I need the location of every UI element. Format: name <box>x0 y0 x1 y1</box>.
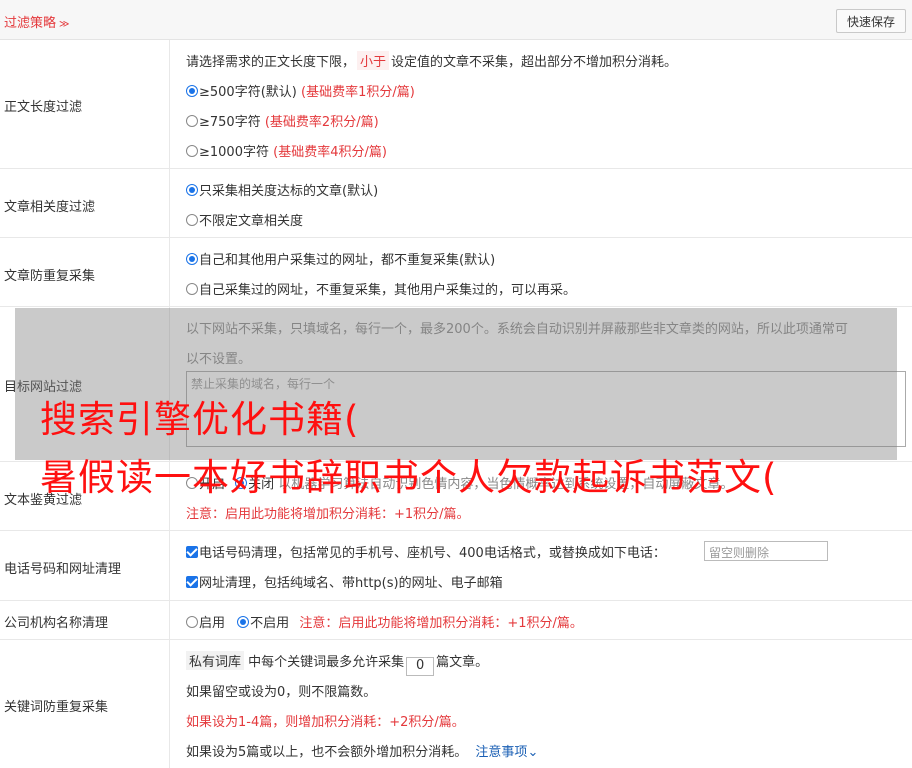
row-dedup: 文章防重复采集 自己和其他用户采集过的网址，都不重复采集(默认) 自己采集过的网… <box>0 238 912 307</box>
quick-save-button[interactable]: 快速保存 <box>836 9 906 33</box>
checkbox-checked-icon[interactable] <box>186 576 198 588</box>
radio-icon[interactable] <box>186 214 198 226</box>
dedup-label: 文章防重复采集 <box>4 269 96 284</box>
less-than-tag: 小于 <box>357 51 390 70</box>
dedup-option-2[interactable]: 自己采集过的网址，不重复采集，其他用户采集过的，可以再采。 <box>186 279 576 298</box>
filter-strategy-title[interactable]: 过滤策略 ≫ <box>4 12 69 31</box>
watermark-line-2: 暑假读一本好书辞职书个人欠款起诉书范文( <box>40 456 778 499</box>
length-option-500[interactable]: ≥500字符(默认) (基础费率1积分/篇) <box>186 81 415 100</box>
phone-clean-option[interactable]: 电话号码清理，包括常见的手机号、座机号、400电话格式，或替换成如下电话： <box>186 542 666 561</box>
relevance-option-2[interactable]: 不限定文章相关度 <box>186 210 303 229</box>
row-length-filter: 正文长度过滤 请选择需求的正文长度下限， 小于 设定值的文章不采集，超出部分不增加积… <box>0 40 912 169</box>
radio-selected-icon[interactable] <box>186 253 198 265</box>
row-phone-url: 电话号码和网址清理 电话号码清理，包括常见的手机号、座机号、400电话格式，或替… <box>0 531 912 601</box>
keyword-note-3: 如果设为5篇或以上，也不会额外增加积分消耗。 注意事项⌄ <box>186 745 539 760</box>
porn-cost-note: 注意：启用此功能将增加积分消耗：+1积分/篇。 <box>186 507 470 522</box>
org-option-on[interactable]: 启用 <box>186 616 225 631</box>
double-chevron-icon: ≫ <box>59 19 70 30</box>
relevance-filter-label: 文章相关度过滤 <box>4 200 96 215</box>
keyword-note-1: 如果留空或设为0，则不限篇数。 <box>186 685 377 700</box>
row-keyword-dedup: 关键词防重复采集 私有词库 中每个关键词最多允许采集 0 篇文章。 如果留空或设为0… <box>0 640 912 768</box>
length-desc: 请选择需求的正文长度下限， 小于 设定值的文章不采集，超出部分不增加积分消耗。 <box>186 51 677 70</box>
filter-header: 过滤策略 ≫ 快速保存 <box>0 0 912 40</box>
length-option-1000[interactable]: ≥1000字符 (基础费率4积分/篇) <box>186 141 387 160</box>
watermark-line-1: 搜索引擎优化书籍( <box>40 398 360 441</box>
radio-selected-icon[interactable] <box>237 616 250 628</box>
length-filter-label: 正文长度过滤 <box>4 100 83 115</box>
org-cost-note: 注意：启用此功能将增加积分消耗：+1积分/篇。 <box>299 616 583 631</box>
radio-icon[interactable] <box>186 145 198 157</box>
keyword-limit-input[interactable]: 0 <box>406 657 435 676</box>
keyword-dedup-label: 关键词防重复采集 <box>4 700 109 715</box>
length-option-750[interactable]: ≥750字符 (基础费率2积分/篇) <box>186 111 379 130</box>
notes-link[interactable]: 注意事项⌄ <box>475 745 538 760</box>
org-option-off[interactable]: 不启用 <box>237 616 289 631</box>
relevance-option-1[interactable]: 只采集相关度达标的文章(默认) <box>186 180 378 199</box>
url-clean-option[interactable]: 网址清理，包括纯域名、带http(s)的网址、电子邮箱 <box>186 572 503 591</box>
keyword-note-2: 如果设为1-4篇，则增加积分消耗：+2积分/篇。 <box>186 715 465 730</box>
org-clean-label: 公司机构名称清理 <box>4 616 109 631</box>
chevron-down-icon: ⌄ <box>527 745 539 760</box>
phone-url-label: 电话号码和网址清理 <box>4 562 122 577</box>
row-org-clean: 公司机构名称清理 启用 不启用 注意：启用此功能将增加积分消耗：+1积分/篇。 <box>0 601 912 640</box>
keyword-limit-line: 私有词库 中每个关键词最多允许采集 0 篇文章。 <box>186 651 488 676</box>
row-relevance-filter: 文章相关度过滤 只采集相关度达标的文章(默认) 不限定文章相关度 <box>0 169 912 238</box>
radio-icon[interactable] <box>186 115 198 127</box>
radio-selected-icon[interactable] <box>186 184 198 196</box>
org-options: 启用 不启用 注意：启用此功能将增加积分消耗：+1积分/篇。 <box>186 612 583 631</box>
radio-selected-icon[interactable] <box>186 85 198 97</box>
private-lexicon-tag[interactable]: 私有词库 <box>186 651 245 670</box>
dedup-option-1[interactable]: 自己和其他用户采集过的网址，都不重复采集(默认) <box>186 249 495 268</box>
radio-icon[interactable] <box>186 283 198 295</box>
radio-icon[interactable] <box>186 616 198 628</box>
replace-phone-input[interactable]: 留空则删除 <box>704 541 828 561</box>
checkbox-checked-icon[interactable] <box>186 546 198 558</box>
